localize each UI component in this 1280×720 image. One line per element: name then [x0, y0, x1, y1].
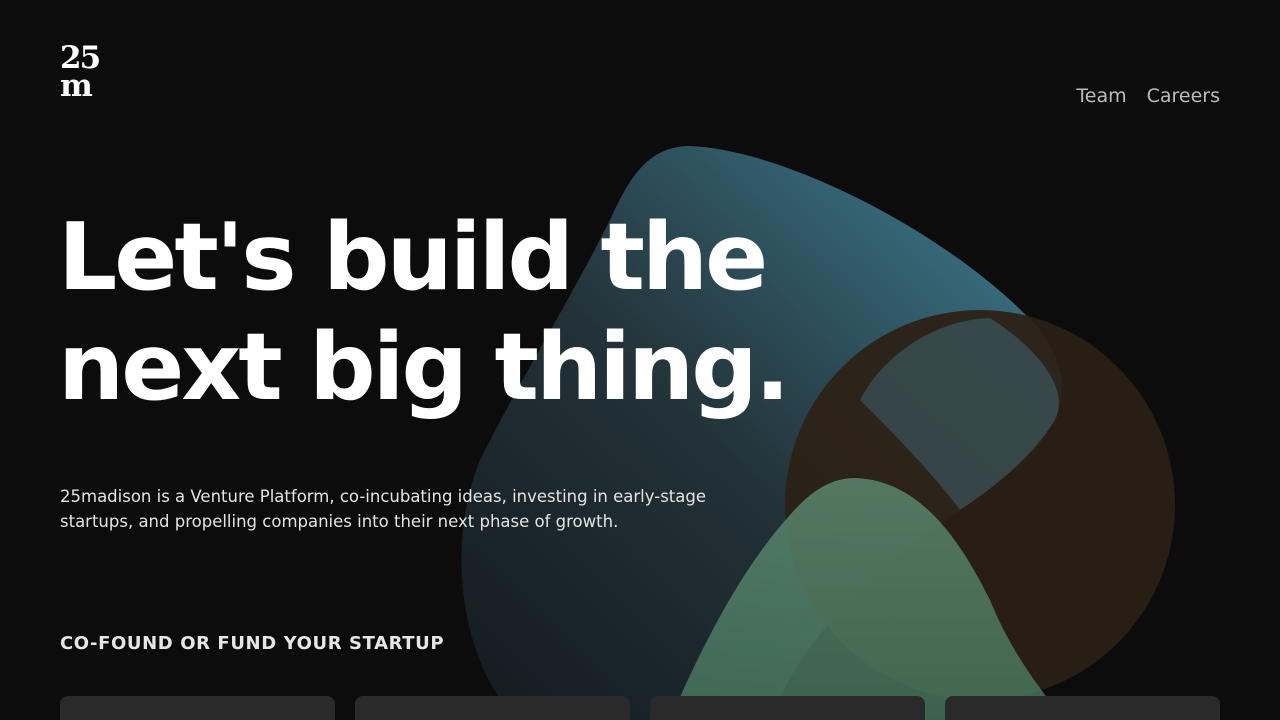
card-1[interactable]: [60, 696, 335, 720]
site-logo[interactable]: 25 m: [60, 43, 102, 104]
hero-headline: Let's build the next big thing.: [58, 202, 790, 422]
logo-letter: m: [60, 68, 93, 104]
headline-line-1: Let's build the: [58, 203, 768, 311]
nav-link-team[interactable]: Team: [1076, 85, 1126, 107]
landing-page: 25 m Team Careers Let's build the next b…: [0, 0, 1280, 720]
top-nav: Team Careers: [1076, 85, 1220, 107]
hero-intro-text: 25madison is a Venture Platform, co-incu…: [60, 487, 706, 531]
card-2[interactable]: [355, 696, 630, 720]
startup-cards: [60, 696, 1220, 720]
headline-line-2: next big thing.: [58, 313, 790, 421]
section-heading: CO-FOUND OR FUND YOUR STARTUP: [60, 633, 445, 654]
card-4[interactable]: [945, 696, 1220, 720]
nav-link-careers[interactable]: Careers: [1147, 85, 1220, 107]
card-3[interactable]: [650, 696, 925, 720]
